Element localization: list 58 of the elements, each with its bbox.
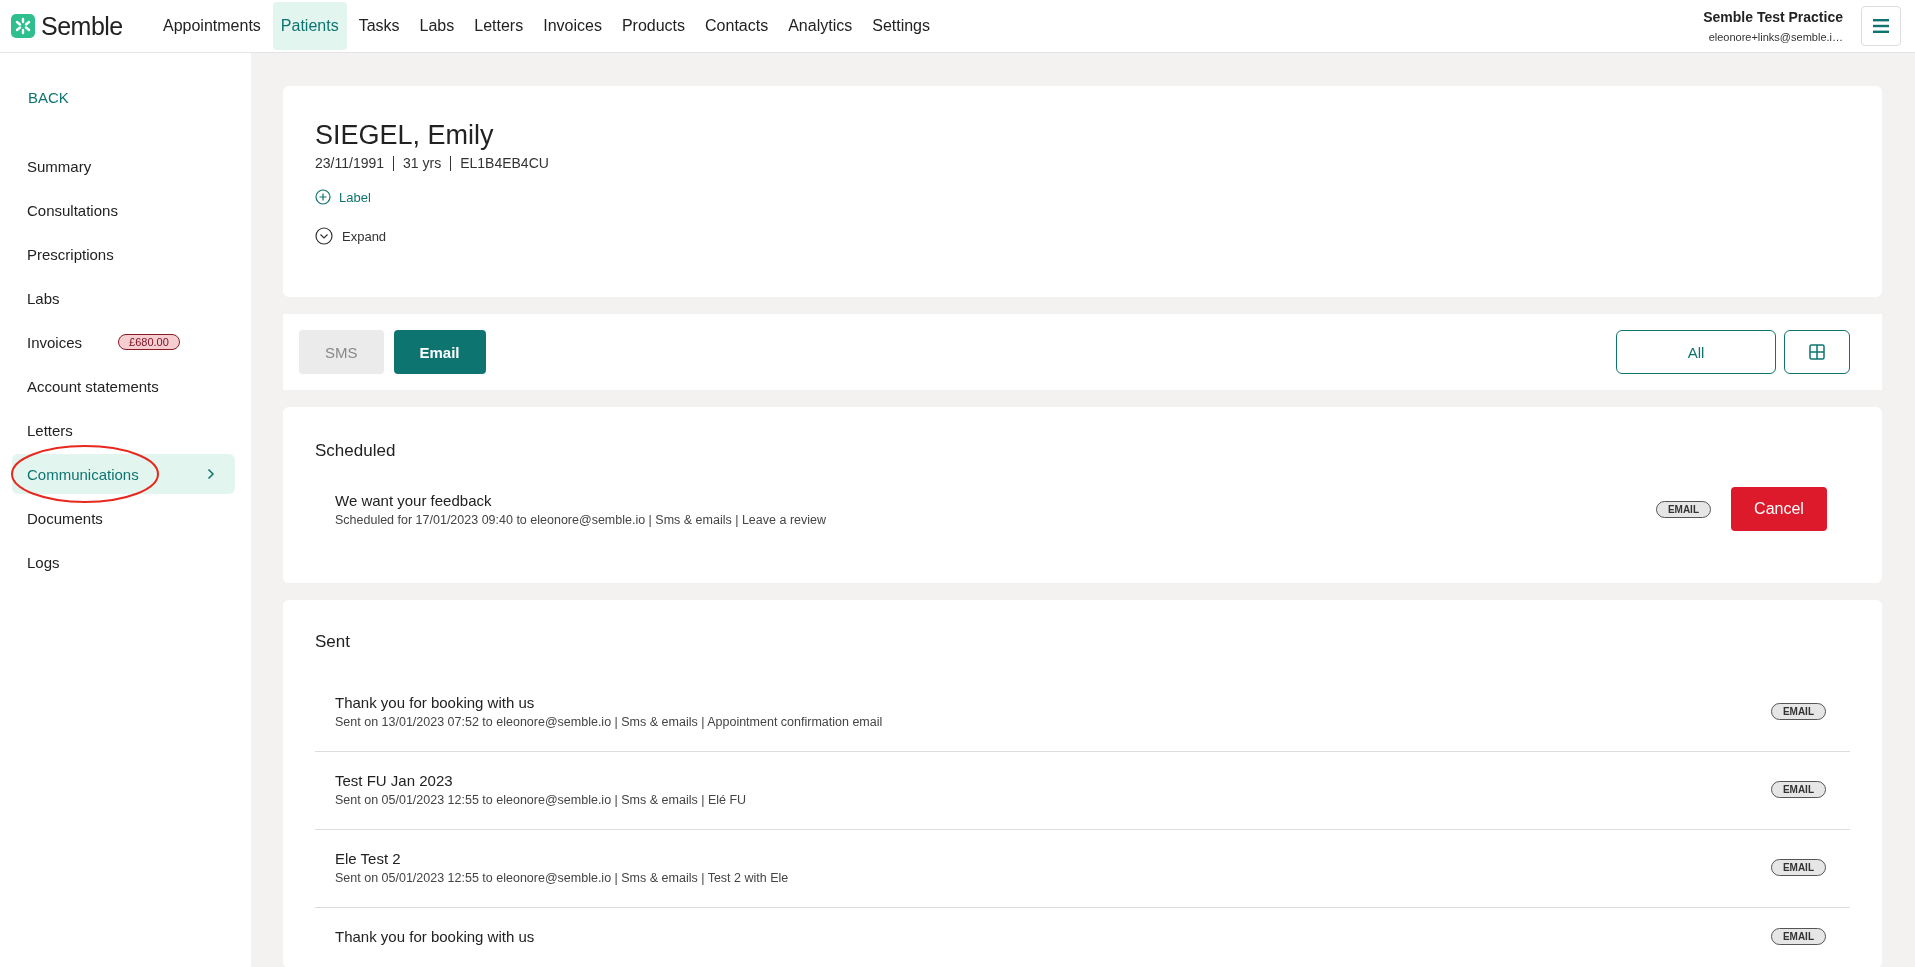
nav-tab[interactable]: Products [613, 2, 694, 50]
sidebar-item[interactable]: Prescriptions [12, 234, 235, 274]
sidebar-item[interactable]: Invoices £680.00 [12, 322, 235, 362]
balance-badge: £680.00 [118, 334, 180, 350]
channel-tag: EMAIL [1770, 703, 1826, 720]
patient-name: SIEGEL, Emily [315, 120, 495, 151]
nav-tab[interactable]: Letters [466, 2, 532, 50]
message-detail: Sent on 05/01/2023 12:55 to eleonore@semble.io | Sms & emails | Elé FU [335, 793, 747, 807]
nav-tab[interactable]: Contacts [697, 2, 777, 50]
patient-id: EL1B4EB4CU [460, 155, 549, 171]
message-title: Ele Test 2 [335, 850, 402, 867]
menu-icon [1873, 19, 1889, 33]
practice-name: Semble Test Practice [1703, 9, 1843, 25]
menu-button[interactable] [1861, 6, 1901, 46]
sidebar-item[interactable]: Communications [12, 454, 235, 494]
sidebar-item[interactable]: Documents [12, 498, 235, 538]
account-email: eleonore+links@semble.i… [1708, 31, 1843, 43]
message-title: Thank you for booking with us [335, 928, 535, 945]
sidebar-item[interactable]: Consultations [12, 190, 235, 230]
message-title: Thank you for booking with us [335, 694, 536, 711]
nav-tab[interactable]: Analytics [780, 2, 861, 50]
sidebar-item[interactable]: Labs [12, 278, 235, 318]
brand-name: Semble [41, 11, 123, 41]
chevron-right-icon [207, 468, 215, 480]
grid-icon [1809, 344, 1825, 360]
cancel-button[interactable]: Cancel [1731, 487, 1827, 531]
sidebar-item[interactable]: Logs [12, 542, 235, 582]
message-title: Test FU Jan 2023 [335, 772, 454, 789]
chevron-down-circle-icon [315, 227, 333, 245]
grid-view-button[interactable] [1784, 330, 1850, 374]
filter-dropdown[interactable]: All [1616, 330, 1776, 374]
add-label-link[interactable]: Label [315, 189, 371, 205]
channel-tag: EMAIL [1770, 781, 1826, 798]
channel-tab[interactable]: Email [393, 330, 486, 374]
semble-logo-icon [11, 14, 35, 38]
nav-tab[interactable]: Labs [411, 2, 463, 50]
section-title: Scheduled [315, 441, 397, 461]
message-detail: Sent on 05/01/2023 12:55 to eleonore@semble.io | Sms & emails | Test 2 with Ele [335, 871, 789, 885]
section-title: Sent [315, 632, 351, 652]
nav-tab[interactable]: Invoices [535, 2, 610, 50]
sidebar-item[interactable]: Letters [12, 410, 235, 450]
patient-age: 31 yrs [403, 155, 442, 171]
message-detail: Scheduled for 17/01/2023 09:40 to eleonore@semble.io | Sms & emails | Leave a review [335, 512, 826, 527]
nav-tab[interactable]: Appointments [155, 2, 269, 50]
back-link[interactable]: BACK [28, 89, 251, 106]
channel-tag: EMAIL [1770, 859, 1826, 876]
nav-tab[interactable]: Settings [864, 2, 938, 50]
message-title: We want your feedback [335, 491, 493, 509]
channel-tag: EMAIL [1655, 500, 1711, 518]
sidebar-item[interactable]: Summary [12, 146, 235, 186]
expand-link[interactable]: Expand [315, 227, 387, 245]
nav-tab[interactable]: Patients [272, 2, 347, 50]
channel-tag: EMAIL [1770, 928, 1826, 945]
message-detail: Sent on 13/01/2023 07:52 to eleonore@semble.io | Sms & emails | Appointment confirmation email [335, 715, 883, 729]
sidebar-item[interactable]: Account statements [12, 366, 235, 406]
patient-dob: 23/11/1991 [315, 155, 385, 171]
nav-tab[interactable]: Tasks [350, 2, 408, 50]
plus-circle-icon [315, 189, 331, 205]
